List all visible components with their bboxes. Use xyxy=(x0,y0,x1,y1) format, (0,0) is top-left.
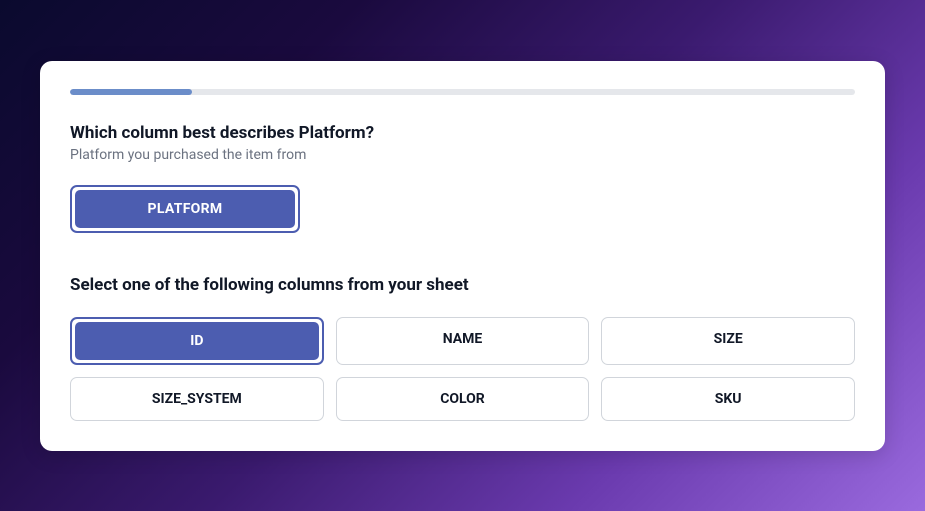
current-column-badge: PLATFORM xyxy=(70,185,300,233)
column-option-label: COLOR xyxy=(440,391,485,407)
column-mapping-card: Which column best describes Platform? Pl… xyxy=(40,61,885,451)
progress-bar xyxy=(70,89,855,95)
column-option-sku[interactable]: SKU xyxy=(601,377,855,421)
column-option-id[interactable]: ID xyxy=(70,317,324,365)
column-option-size-system[interactable]: SIZE_SYSTEM xyxy=(70,377,324,421)
column-option-name[interactable]: NAME xyxy=(336,317,590,365)
column-option-label: SIZE_SYSTEM xyxy=(152,391,242,407)
column-option-color[interactable]: COLOR xyxy=(336,377,590,421)
question-title: Which column best describes Platform? xyxy=(70,123,855,143)
column-option-label: NAME xyxy=(443,331,483,347)
column-option-label: SIZE xyxy=(714,331,743,347)
column-option-size[interactable]: SIZE xyxy=(601,317,855,365)
current-column-label: PLATFORM xyxy=(75,190,295,228)
column-option-label: SKU xyxy=(715,391,742,407)
column-options-grid: ID NAME SIZE SIZE_SYSTEM COLOR SKU xyxy=(70,317,855,421)
select-columns-title: Select one of the following columns from… xyxy=(70,275,855,295)
column-option-label: ID xyxy=(75,322,319,360)
question-subtitle: Platform you purchased the item from xyxy=(70,147,855,163)
progress-fill xyxy=(70,89,192,95)
